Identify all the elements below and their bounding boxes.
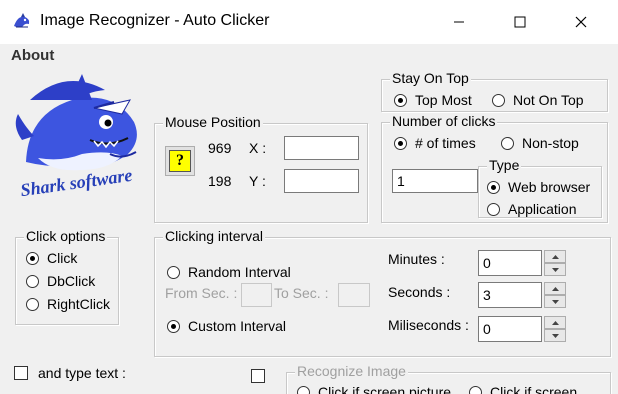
from-sec-input[interactable] — [241, 283, 272, 307]
x-value: 969 — [208, 140, 232, 156]
application-label: Application — [508, 201, 577, 217]
type-title: Type — [487, 157, 522, 173]
app-icon — [14, 13, 30, 28]
spin-down-icon[interactable] — [544, 329, 566, 342]
non-stop-radio[interactable]: Non-stop — [501, 135, 579, 151]
window-title: Image Recognizer - Auto Clicker — [40, 12, 270, 29]
seconds-spinner[interactable] — [544, 282, 566, 308]
seconds-input[interactable] — [478, 282, 542, 308]
type-group: Type Web browser Application — [478, 157, 602, 218]
type-text-checkbox[interactable] — [14, 366, 28, 380]
menu-about[interactable]: About — [11, 47, 54, 64]
stay-on-top-group: Stay On Top Top Most Not On Top — [381, 70, 608, 112]
not-on-top-label: Not On Top — [513, 92, 584, 108]
seconds-label: Seconds : — [388, 284, 451, 300]
screen-label: Click if screen — [490, 384, 578, 394]
minutes-input[interactable] — [478, 250, 542, 276]
y-value: 198 — [208, 173, 232, 189]
rightclick-label: RightClick — [47, 296, 111, 312]
radio-unselected-icon — [26, 274, 39, 288]
radio-selected-icon — [487, 180, 500, 194]
top-most-label: Top Most — [415, 92, 472, 108]
shark-logo-image: Shark software — [15, 74, 137, 200]
maximize-icon — [514, 16, 526, 28]
rightclick-radio[interactable]: RightClick — [26, 296, 110, 312]
type-text-label: and type text : — [38, 365, 126, 381]
minimize-icon — [454, 21, 464, 23]
stay-on-top-title: Stay On Top — [390, 70, 471, 86]
screen-picture-label: Click if screen picture — [318, 384, 452, 394]
spin-down-icon[interactable] — [544, 263, 566, 276]
custom-interval-label: Custom Interval — [188, 318, 287, 334]
title-bar[interactable]: Image Recognizer - Auto Clicker — [0, 0, 618, 44]
web-browser-label: Web browser — [508, 179, 591, 195]
radio-selected-icon — [26, 251, 39, 265]
spin-up-icon[interactable] — [544, 250, 566, 263]
milliseconds-label: Miliseconds : — [388, 317, 469, 333]
clicking-interval-group: Clicking interval Random Interval From S… — [154, 228, 611, 357]
recognize-image-group: Recognize Image Click if screen picture … — [286, 363, 611, 394]
milliseconds-input[interactable] — [478, 316, 542, 342]
radio-unselected-icon — [469, 385, 482, 394]
screen-radio[interactable]: Click if screen — [469, 384, 577, 394]
web-browser-radio[interactable]: Web browser — [487, 179, 590, 195]
click-count-input[interactable] — [392, 169, 478, 193]
to-sec-input[interactable] — [338, 283, 370, 307]
click-options-title: Click options — [24, 228, 108, 244]
recognize-image-checkbox[interactable] — [251, 369, 265, 383]
x-label: X : — [249, 140, 267, 156]
question-mark-icon: ? — [169, 150, 191, 172]
screen-picture-radio[interactable]: Click if screen picture — [297, 384, 451, 394]
number-of-clicks-title: Number of clicks — [390, 113, 498, 129]
number-of-times-label: # of times — [415, 135, 476, 151]
minimize-button[interactable] — [436, 0, 482, 44]
click-radio[interactable]: Click — [26, 250, 77, 266]
radio-unselected-icon — [26, 297, 39, 311]
click-label: Click — [47, 250, 78, 266]
number-of-times-radio[interactable]: # of times — [394, 135, 476, 151]
radio-unselected-icon — [167, 265, 180, 279]
radio-selected-icon — [394, 93, 407, 107]
not-on-top-radio[interactable]: Not On Top — [492, 92, 584, 108]
top-most-radio[interactable]: Top Most — [394, 92, 472, 108]
minutes-spinner[interactable] — [544, 250, 566, 276]
radio-selected-icon — [394, 136, 407, 150]
clicking-interval-title: Clicking interval — [163, 228, 266, 244]
maximize-button[interactable] — [497, 0, 543, 44]
radio-unselected-icon — [487, 202, 500, 216]
dbclick-radio[interactable]: DbClick — [26, 273, 95, 289]
dbclick-label: DbClick — [47, 273, 96, 289]
radio-unselected-icon — [492, 93, 505, 107]
menu-bar: About — [0, 44, 618, 68]
non-stop-label: Non-stop — [522, 135, 579, 151]
recognize-image-title: Recognize Image — [295, 363, 408, 379]
minutes-label: Minutes : — [388, 251, 445, 267]
shark-software-logo: Shark software — [10, 70, 154, 200]
from-sec-label: From Sec. : — [165, 285, 238, 301]
milliseconds-spinner[interactable] — [544, 316, 566, 342]
close-button[interactable] — [558, 0, 604, 44]
close-icon — [575, 16, 587, 28]
spin-down-icon[interactable] — [544, 295, 566, 308]
radio-selected-icon — [167, 319, 180, 333]
spin-up-icon[interactable] — [544, 282, 566, 295]
spin-up-icon[interactable] — [544, 316, 566, 329]
custom-interval-radio[interactable]: Custom Interval — [167, 318, 286, 334]
mouse-position-title: Mouse Position — [163, 114, 263, 130]
random-interval-radio[interactable]: Random Interval — [167, 264, 291, 280]
x-input[interactable] — [284, 136, 359, 160]
to-sec-label: To Sec. : — [274, 285, 329, 301]
click-options-group: Click options Click DbClick RightClick — [15, 228, 119, 325]
y-label: Y : — [249, 173, 266, 189]
radio-unselected-icon — [501, 136, 514, 150]
random-interval-label: Random Interval — [188, 264, 291, 280]
application-radio[interactable]: Application — [487, 201, 577, 217]
help-button[interactable]: ? — [165, 146, 195, 176]
radio-unselected-icon — [297, 385, 310, 394]
y-input[interactable] — [284, 169, 359, 193]
